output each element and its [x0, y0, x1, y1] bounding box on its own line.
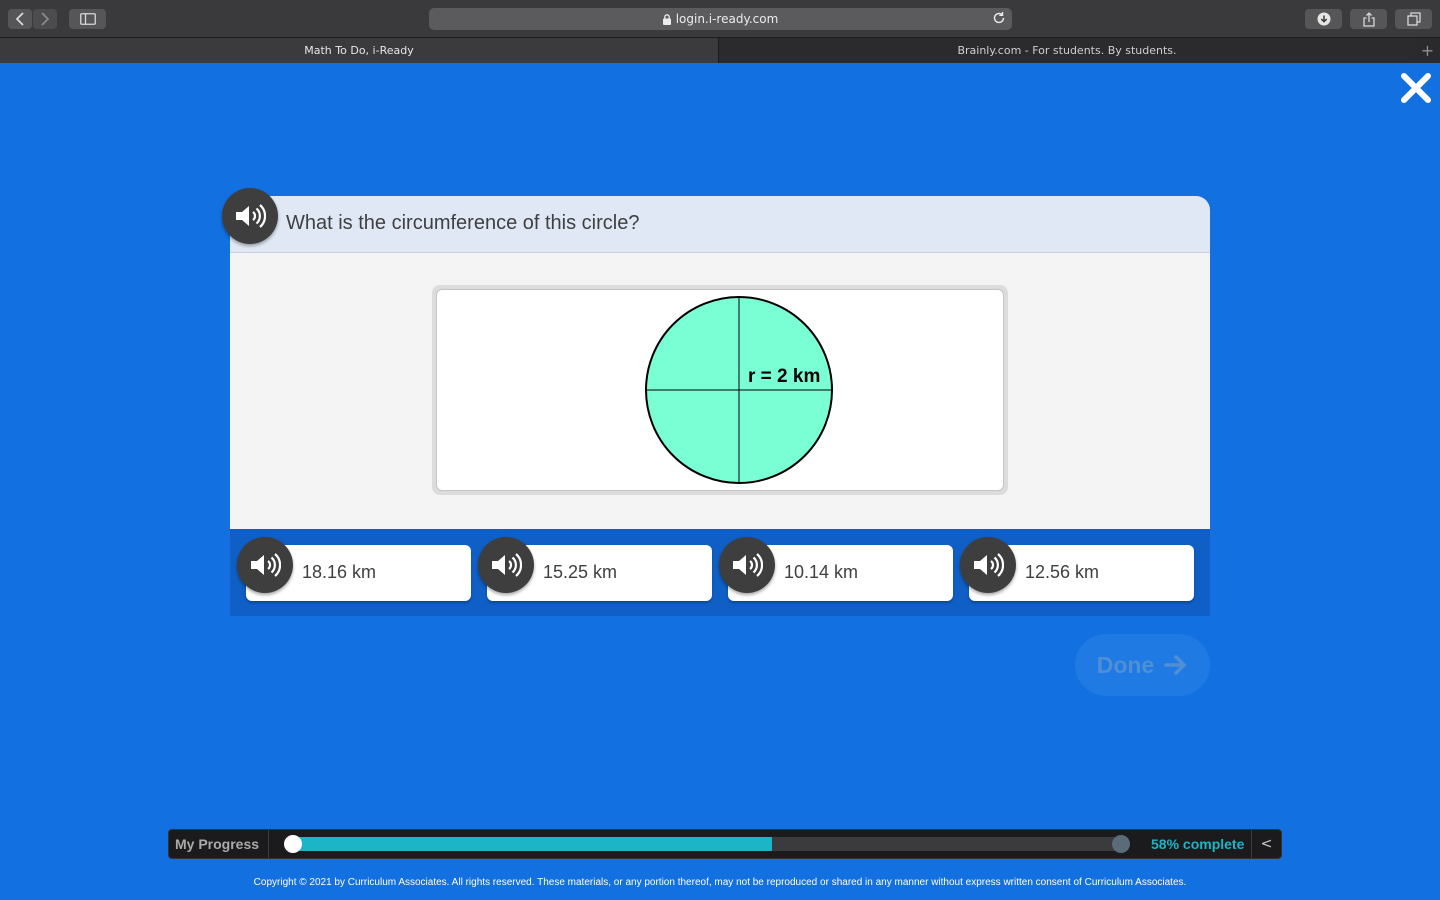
progress-bar: My Progress 58% complete <	[168, 829, 1282, 859]
progress-divider	[268, 830, 269, 858]
done-button[interactable]: Done	[1075, 634, 1210, 696]
speaker-icon	[974, 553, 1004, 577]
tab-brainly[interactable]: Brainly.com - For students. By students.	[719, 38, 1415, 63]
answer-label: 10.14 km	[784, 562, 859, 582]
lock-icon	[662, 13, 671, 25]
answer-audio-button[interactable]	[960, 537, 1016, 593]
tabs-overview-button[interactable]	[1395, 9, 1432, 29]
speaker-icon	[733, 553, 763, 577]
progress-percent: 58% complete	[1151, 836, 1245, 852]
question-header: What is the circumference of this circle…	[222, 188, 1210, 253]
progress-start-marker	[284, 835, 302, 853]
progress-collapse-button[interactable]: <	[1251, 830, 1281, 858]
tab-bar: Math To Do, i-Ready Brainly.com - For st…	[0, 37, 1440, 63]
answer-label: 15.25 km	[543, 562, 618, 582]
browser-toolbar: login.i-ready.com	[0, 0, 1440, 37]
tabs-overview-icon	[1406, 12, 1421, 26]
answer-choice-1[interactable]: 18.16 km	[237, 537, 471, 601]
tab-label: Math To Do, i-Ready	[304, 44, 414, 57]
sidebar-icon	[79, 13, 96, 25]
sidebar-button[interactable]	[69, 9, 106, 29]
download-icon	[1317, 12, 1330, 26]
question-audio-button[interactable]	[222, 188, 278, 244]
forward-button[interactable]	[33, 9, 57, 29]
url-text: login.i-ready.com	[675, 12, 779, 26]
question-card: What is the circumference of this circle…	[222, 188, 1210, 616]
copyright-text: Copyright © 2021 by Curriculum Associate…	[253, 877, 1187, 888]
answer-choice-3[interactable]: 10.14 km	[719, 537, 953, 601]
answer-audio-button[interactable]	[719, 537, 775, 593]
answer-choice-4[interactable]: 12.56 km	[960, 537, 1194, 601]
progress-fill	[289, 837, 772, 851]
progress-track	[284, 835, 1130, 853]
figure-frame: r = 2 km	[432, 285, 1008, 495]
answer-audio-button[interactable]	[237, 537, 293, 593]
download-button[interactable]	[1305, 9, 1342, 29]
radius-label: r = 2 km	[748, 366, 820, 387]
share-icon	[1362, 11, 1375, 27]
close-icon[interactable]	[1400, 72, 1432, 104]
circle-figure: r = 2 km	[436, 289, 1004, 491]
back-button[interactable]	[8, 9, 32, 29]
answer-choice-2[interactable]: 15.25 km	[478, 537, 712, 601]
arrow-right-icon	[1164, 655, 1186, 675]
question-body: r = 2 km	[230, 253, 1210, 529]
tab-math-to-do[interactable]: Math To Do, i-Ready	[0, 38, 719, 63]
back-icon	[15, 12, 24, 26]
answer-audio-button[interactable]	[478, 537, 534, 593]
done-label: Done	[1096, 651, 1155, 678]
speaker-icon	[492, 553, 522, 577]
new-tab-button[interactable]: +	[1415, 38, 1440, 63]
speaker-icon	[236, 204, 266, 228]
speaker-icon	[251, 553, 281, 577]
answer-label: 12.56 km	[1025, 562, 1100, 582]
tab-label: Brainly.com - For students. By students.	[957, 44, 1177, 57]
share-button[interactable]	[1350, 9, 1387, 29]
answer-label: 18.16 km	[302, 562, 377, 582]
address-bar[interactable]: login.i-ready.com	[429, 8, 1012, 30]
progress-label: My Progress	[175, 836, 260, 852]
progress-end-marker	[1112, 835, 1130, 853]
circle-diagram: r = 2 km	[645, 296, 833, 484]
forward-icon	[41, 12, 50, 26]
answer-choices: 18.16 km 15.25 km 10.14 km 12.56 km	[230, 529, 1210, 616]
reload-icon[interactable]	[992, 11, 1006, 25]
question-text: What is the circumference of this circle…	[286, 212, 640, 234]
